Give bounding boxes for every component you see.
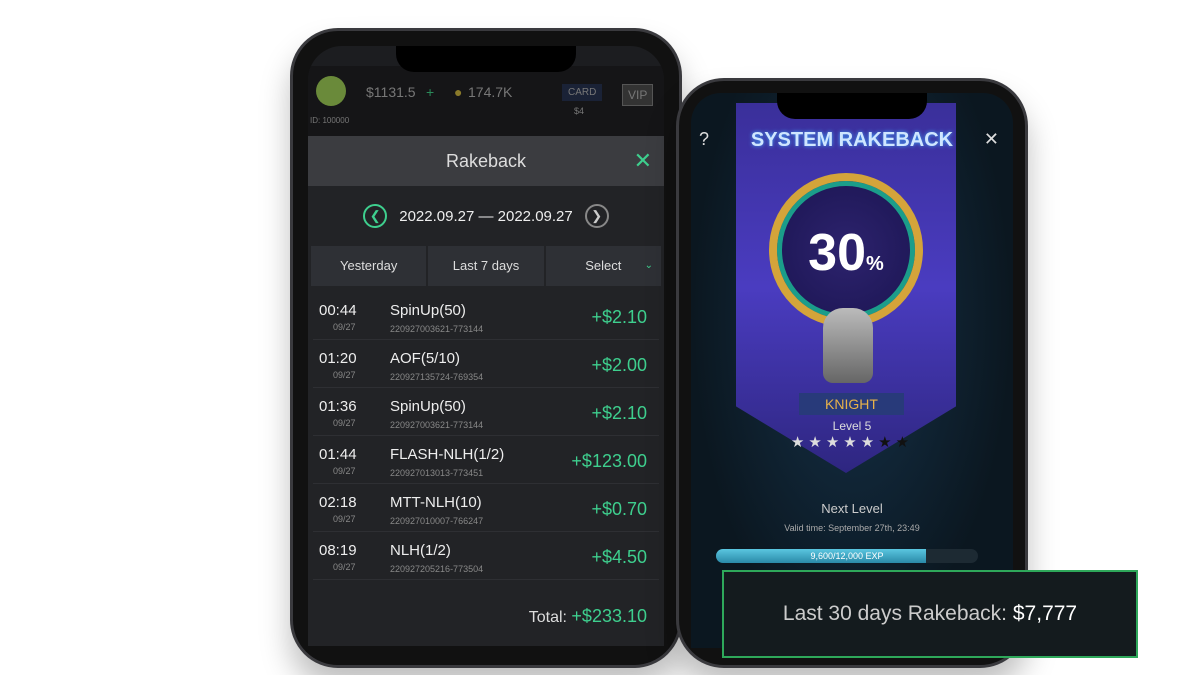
next-level-label: Next Level — [821, 501, 883, 516]
row-date: 09/27 — [333, 418, 356, 428]
chevron-right-icon[interactable]: ❯ — [584, 204, 609, 228]
top-bar: ID: 100000 $1131.5 + ● 174.7K CARD $4 VI… — [308, 66, 664, 136]
total: Total: +$233.10 — [529, 606, 647, 627]
row-hand-id: 220927003621-773144 — [390, 324, 484, 334]
banner-label: Last 30 days Rakeback: — [782, 602, 1008, 625]
knight-emblem-icon — [823, 308, 873, 383]
row-game: SpinUp(50) — [390, 398, 466, 415]
level-stars: ★★★★★★★ — [691, 433, 1013, 451]
row-time: 02:18 — [319, 494, 357, 511]
row-game: MTT-NLH(10) — [390, 494, 482, 511]
row-time: 01:20 — [319, 350, 357, 367]
row-amount: +$0.70 — [591, 499, 647, 519]
row-hand-id: 220927010007-766247 — [390, 516, 484, 526]
close-icon[interactable]: ✕ — [634, 136, 652, 186]
notch — [396, 46, 576, 72]
rakeback-percent: 30% — [777, 223, 915, 283]
list-item[interactable]: 01:20 09/27 AOF(5/10) 220927135724-769354 +$… — [313, 340, 659, 388]
notch — [777, 93, 927, 119]
modal-title: Rakeback — [445, 151, 527, 171]
exp-text: 9,600/12,000 EXP — [810, 551, 884, 561]
rank-level: Level 5 — [832, 419, 872, 433]
row-game: NLH(1/2) — [390, 542, 451, 559]
tab-select[interactable]: Select ⌄ — [545, 246, 661, 286]
select-label: Select — [585, 258, 622, 273]
coin-icon: ● — [454, 84, 463, 100]
total-label: Total: — [528, 609, 567, 626]
rakeback-summary-banner: Last 30 days Rakeback: $7,777 — [722, 570, 1138, 658]
row-hand-id: 220927003621-773144 — [390, 420, 484, 430]
left-phone: ID: 100000 $1131.5 + ● 174.7K CARD $4 VI… — [290, 28, 682, 668]
row-time: 01:44 — [319, 446, 357, 463]
row-date: 09/27 — [333, 562, 356, 572]
add-cash-icon[interactable]: + — [426, 84, 434, 100]
rakeback-screen: ID: 100000 $1131.5 + ● 174.7K CARD $4 VI… — [308, 46, 664, 646]
row-date: 09/27 — [333, 466, 356, 476]
row-time: 00:44 — [319, 302, 357, 319]
row-hand-id: 220927205216-773504 — [390, 564, 484, 574]
coin-balance: 174.7K — [468, 84, 513, 100]
card-value: $4 — [574, 106, 585, 116]
screen-title: SYSTEM RAKEBACK — [750, 129, 954, 151]
row-amount: +$123.00 — [571, 451, 647, 471]
avatar[interactable] — [316, 76, 346, 106]
star-icon: ★ — [895, 434, 914, 451]
modal-header: Rakeback ✕ — [308, 136, 664, 186]
row-amount: +$2.10 — [591, 307, 647, 327]
tab-last-7-days[interactable]: Last 7 days — [428, 246, 544, 286]
star-icon: ★ — [860, 434, 879, 451]
rakeback-ring: 30% — [769, 173, 923, 327]
row-date: 09/27 — [333, 514, 356, 524]
exp-progress-bar: 9,600/12,000 EXP — [716, 549, 978, 563]
user-id: ID: 100000 — [310, 116, 350, 125]
date-navigator: ❮ 2022.09.27 — 2022.09.27 ❯ — [308, 186, 664, 246]
rakeback-list: 00:44 09/27 SpinUp(50) 220927003621-773144 +… — [308, 292, 664, 580]
cash-balance: $1131.5 — [366, 84, 416, 100]
list-item[interactable]: 02:18 09/27 MTT-NLH(10) 220927010007-766247… — [313, 484, 659, 532]
period-tabs: Yesterday Last 7 days Select ⌄ — [308, 246, 664, 286]
row-game: SpinUp(50) — [390, 302, 466, 319]
percent-sign: % — [866, 253, 884, 275]
row-hand-id: 220927013013-773451 — [390, 468, 484, 478]
chevron-down-icon: ⌄ — [644, 260, 653, 271]
row-game: FLASH-NLH(1/2) — [390, 446, 505, 463]
rank-name: KNIGHT — [799, 393, 904, 415]
rakeback-modal: Rakeback ✕ ❮ 2022.09.27 — 2022.09.27 ❯ Ye… — [308, 136, 664, 646]
percent-value: 30 — [808, 224, 867, 282]
star-icon: ★ — [790, 434, 809, 451]
chevron-left-icon[interactable]: ❮ — [363, 204, 388, 228]
list-item[interactable]: 01:36 09/27 SpinUp(50) 220927003621-773144 +… — [313, 388, 659, 436]
row-date: 09/27 — [333, 370, 356, 380]
row-date: 09/27 — [333, 322, 356, 332]
row-game: AOF(5/10) — [390, 350, 461, 367]
row-amount: +$4.50 — [591, 547, 647, 567]
date-range: 2022.09.27 — 2022.09.27 — [399, 207, 573, 225]
banner-value: $7,777 — [1012, 602, 1078, 625]
vip-button[interactable]: VIP — [622, 84, 654, 106]
star-icon: ★ — [825, 434, 844, 451]
star-icon: ★ — [878, 434, 896, 451]
row-amount: +$2.00 — [591, 355, 647, 375]
tab-yesterday[interactable]: Yesterday — [311, 246, 427, 286]
row-hand-id: 220927135724-769354 — [390, 372, 484, 382]
list-item[interactable]: 00:44 09/27 SpinUp(50) 220927003621-773144 +… — [313, 292, 659, 340]
star-icon: ★ — [808, 434, 826, 451]
star-icon: ★ — [843, 434, 861, 451]
card-button[interactable]: CARD — [562, 84, 603, 101]
row-time: 01:36 — [319, 398, 357, 415]
total-value: +$233.10 — [571, 606, 647, 626]
list-item[interactable]: 01:44 09/27 FLASH-NLH(1/2) 220927013013-773… — [313, 436, 659, 484]
row-amount: +$2.10 — [591, 403, 647, 423]
list-item[interactable]: 08:19 09/27 NLH(1/2) 220927205216-773504 +$4… — [313, 532, 659, 580]
valid-time: Valid time: September 27th, 23:49 — [784, 523, 920, 533]
system-rakeback-screen: ? ✕ SYSTEM RAKEBACK 30% KNIGHT Level 5 ★… — [691, 93, 1013, 648]
row-time: 08:19 — [319, 542, 357, 559]
